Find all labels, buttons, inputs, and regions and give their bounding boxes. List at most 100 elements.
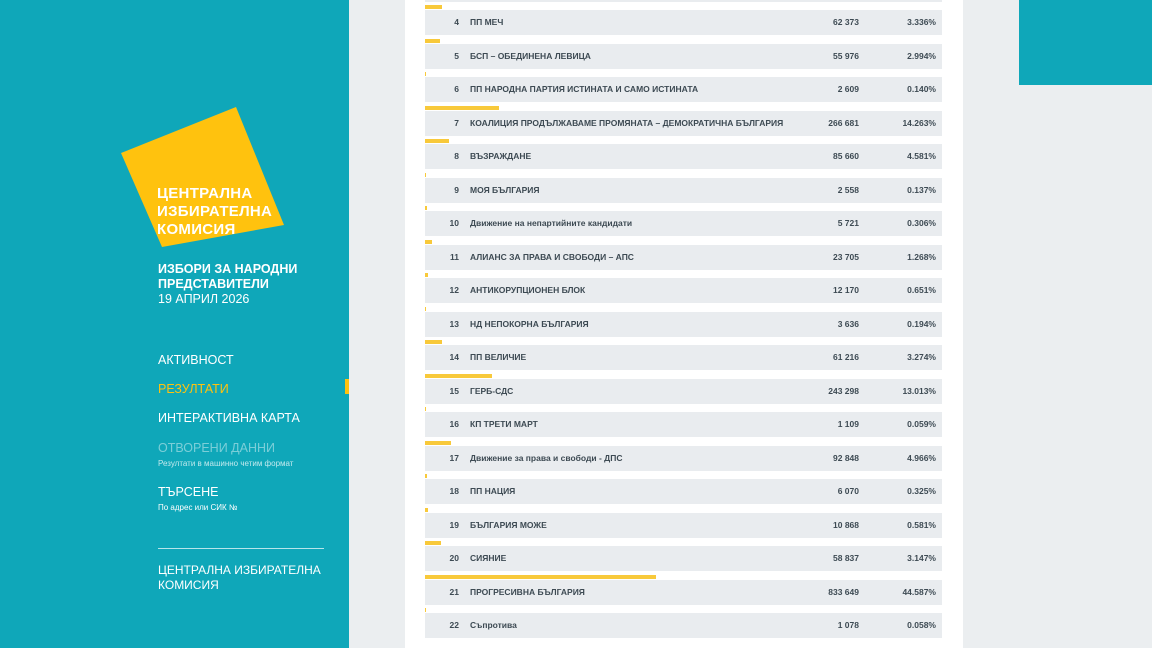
party-percent: 14.263%: [902, 117, 936, 128]
party-number: 11: [450, 251, 459, 262]
party-name: Съпротива: [470, 620, 517, 630]
vote-share-bar: [425, 507, 428, 512]
party-votes: 58 837: [833, 553, 859, 563]
party-percent: 13.013%: [902, 385, 936, 396]
table-row[interactable]: 19 БЪЛГАРИЯ МОЖЕ 10 868 0.581%: [425, 507, 942, 538]
party-votes: 1 078: [837, 620, 859, 630]
table-row[interactable]: 14 ПП ВЕЛИЧИЕ 61 216 3.274%: [425, 340, 942, 370]
sidebar: ЦЕНТРАЛНА ИЗБИРАТЕЛНА КОМИСИЯ ИЗБОРИ ЗА …: [0, 0, 349, 648]
party-votes: 62 373: [833, 17, 859, 27]
table-row[interactable]: 21 ПРОГРЕСИВНА БЪЛГАРИЯ 833 649 44.587%: [425, 574, 942, 605]
party-percent: 0.194%: [907, 318, 936, 329]
party-votes: 3 636: [837, 318, 859, 329]
vote-share-bar: [425, 541, 442, 545]
party-percent: 4.581%: [907, 151, 936, 161]
sidebar-divider: [158, 548, 324, 549]
party-votes: 23 705: [833, 251, 859, 262]
nav-interactive-map[interactable]: ИНТЕРАКТИВНА КАРТА: [158, 411, 300, 425]
vote-share-bar: [425, 38, 441, 43]
table-row[interactable]: 10 Движение на непартийните кандидати 5 72…: [425, 206, 942, 236]
table-row[interactable]: 20 СИЯНИЕ 58 837 3.147%: [425, 541, 942, 571]
table-row[interactable]: 13 НД НЕПОКОРНА БЪЛГАРИЯ 3 636 0.194%: [425, 306, 942, 337]
party-number: 6: [454, 84, 459, 94]
vote-share-bar: [425, 273, 429, 277]
party-name: ПП НАЦИЯ: [470, 486, 516, 496]
nav-results[interactable]: РЕЗУЛТАТИ: [158, 382, 229, 396]
party-name: БСП – ОБЕДИНЕНА ЛЕВИЦА: [470, 50, 591, 61]
table-row[interactable]: 9 МОЯ БЪЛГАРИЯ 2 558 0.137%: [425, 172, 942, 203]
table-row[interactable]: 6 ПП НАРОДНА ПАРТИЯ ИСТИНАТА И САМО ИСТИН…: [425, 72, 942, 102]
party-percent: 0.651%: [907, 285, 936, 295]
party-votes: 10 868: [833, 519, 859, 530]
table-row[interactable]: 22 Съпротива 1 078 0.058%: [425, 608, 942, 638]
party-percent: 3.336%: [907, 17, 936, 27]
party-name: АЛИАНС ЗА ПРАВА И СВОБОДИ – АПС: [470, 251, 634, 262]
cik-logo[interactable]: ЦЕНТРАЛНА ИЗБИРАТЕЛНА КОМИСИЯ: [121, 107, 291, 247]
party-name: Движение за права и свободи - ДПС: [470, 452, 623, 463]
party-votes: 2 558: [837, 184, 859, 195]
table-row[interactable]: 18 ПП НАЦИЯ 6 070 0.325%: [425, 474, 942, 504]
party-percent: 44.587%: [902, 586, 936, 597]
party-votes: 266 681: [828, 117, 859, 128]
party-number: 20: [449, 553, 459, 563]
table-row[interactable]: 17 Движение за права и свободи - ДПС 92 84…: [425, 440, 942, 471]
table-row[interactable]: 15 ГЕРБ-СДС 243 298 13.013%: [425, 373, 942, 404]
nav-search-subtitle: По адрес или СИК №: [158, 503, 238, 512]
party-number: 21: [449, 586, 459, 597]
party-name: ПП МЕЧ: [470, 17, 504, 27]
party-percent: 3.274%: [907, 352, 936, 362]
party-votes: 92 848: [833, 452, 859, 463]
nav-open-data-subtitle: Резултати в машинно четим формат: [158, 459, 294, 468]
table-row[interactable]: 5 БСП – ОБЕДИНЕНА ЛЕВИЦА 55 976 2.994%: [425, 38, 942, 69]
table-row[interactable]: 12 АНТИКОРУПЦИОНЕН БЛОК 12 170 0.651%: [425, 273, 942, 303]
party-name: АНТИКОРУПЦИОНЕН БЛОК: [470, 285, 586, 295]
party-number: 18: [449, 486, 459, 496]
nav-open-data[interactable]: ОТВОРЕНИ ДАННИ: [158, 441, 275, 455]
party-votes: 12 170: [833, 285, 859, 295]
table-row[interactable]: 7 КОАЛИЦИЯ ПРОДЪЛЖАВАМЕ ПРОМЯНАТА – ДЕМОК…: [425, 105, 942, 136]
party-number: 8: [454, 151, 459, 161]
table-row[interactable]: 11 АЛИАНС ЗА ПРАВА И СВОБОДИ – АПС 23 705 1…: [425, 239, 942, 270]
party-votes: 6 070: [837, 486, 859, 496]
nav-activity[interactable]: АКТИВНОСТ: [158, 353, 234, 367]
party-name: ПП НАРОДНА ПАРТИЯ ИСТИНАТА И САМО ИСТИНА…: [470, 84, 699, 94]
party-name: БЪЛГАРИЯ МОЖЕ: [470, 519, 547, 530]
vote-share-bar: [425, 72, 426, 76]
vote-share-bar: [425, 574, 656, 579]
party-number: 22: [449, 620, 459, 630]
vote-share-bar: [425, 407, 426, 411]
party-percent: 0.137%: [907, 184, 936, 195]
nav-search[interactable]: ТЪРСЕНЕ: [158, 485, 218, 499]
vote-share-bar: [425, 306, 426, 311]
active-nav-marker: [345, 379, 349, 394]
party-votes: 5 721: [837, 218, 859, 228]
party-votes: 2 609: [837, 84, 859, 94]
vote-share-bar: [425, 474, 427, 478]
party-percent: 1.268%: [907, 251, 936, 262]
election-date: 19 АПРИЛ 2026: [158, 292, 250, 306]
table-row[interactable]: 16 КП ТРЕТИ МАРТ 1 109 0.059%: [425, 407, 942, 437]
vote-share-bar: [425, 340, 442, 344]
election-title: ИЗБОРИ ЗА НАРОДНИ ПРЕДСТАВИТЕЛИ: [158, 262, 298, 291]
party-number: 15: [449, 385, 459, 396]
logo-line-2: ИЗБИРАТЕЛНА: [157, 203, 273, 220]
logo-line-3: КОМИСИЯ: [157, 221, 236, 238]
party-number: 7: [454, 117, 459, 128]
party-number: 5: [454, 50, 459, 61]
vote-share-bar: [425, 105, 499, 110]
party-percent: 0.581%: [907, 519, 936, 530]
party-number: 12: [449, 285, 459, 295]
table-row[interactable]: 4 ПП МЕЧ 62 373 3.336%: [425, 5, 942, 35]
vote-share-bar: [425, 172, 426, 177]
cik-footer-link[interactable]: ЦЕНТРАЛНА ИЗБИРАТЕЛНА КОМИСИЯ: [158, 563, 328, 593]
table-row[interactable]: 8 ВЪЗРАЖДАНЕ 85 660 4.581%: [425, 139, 942, 169]
logo-text: ЦЕНТРАЛНА ИЗБИРАТЕЛНА КОМИСИЯ: [157, 185, 272, 239]
party-number: 13: [449, 318, 459, 329]
corner-decoration: [1019, 0, 1152, 85]
party-percent: 0.140%: [907, 84, 936, 94]
vote-share-bar: [425, 373, 493, 378]
vote-share-bar: [425, 206, 427, 210]
party-percent: 0.058%: [907, 620, 936, 630]
party-number: 4: [454, 17, 459, 27]
party-number: 19: [449, 519, 459, 530]
